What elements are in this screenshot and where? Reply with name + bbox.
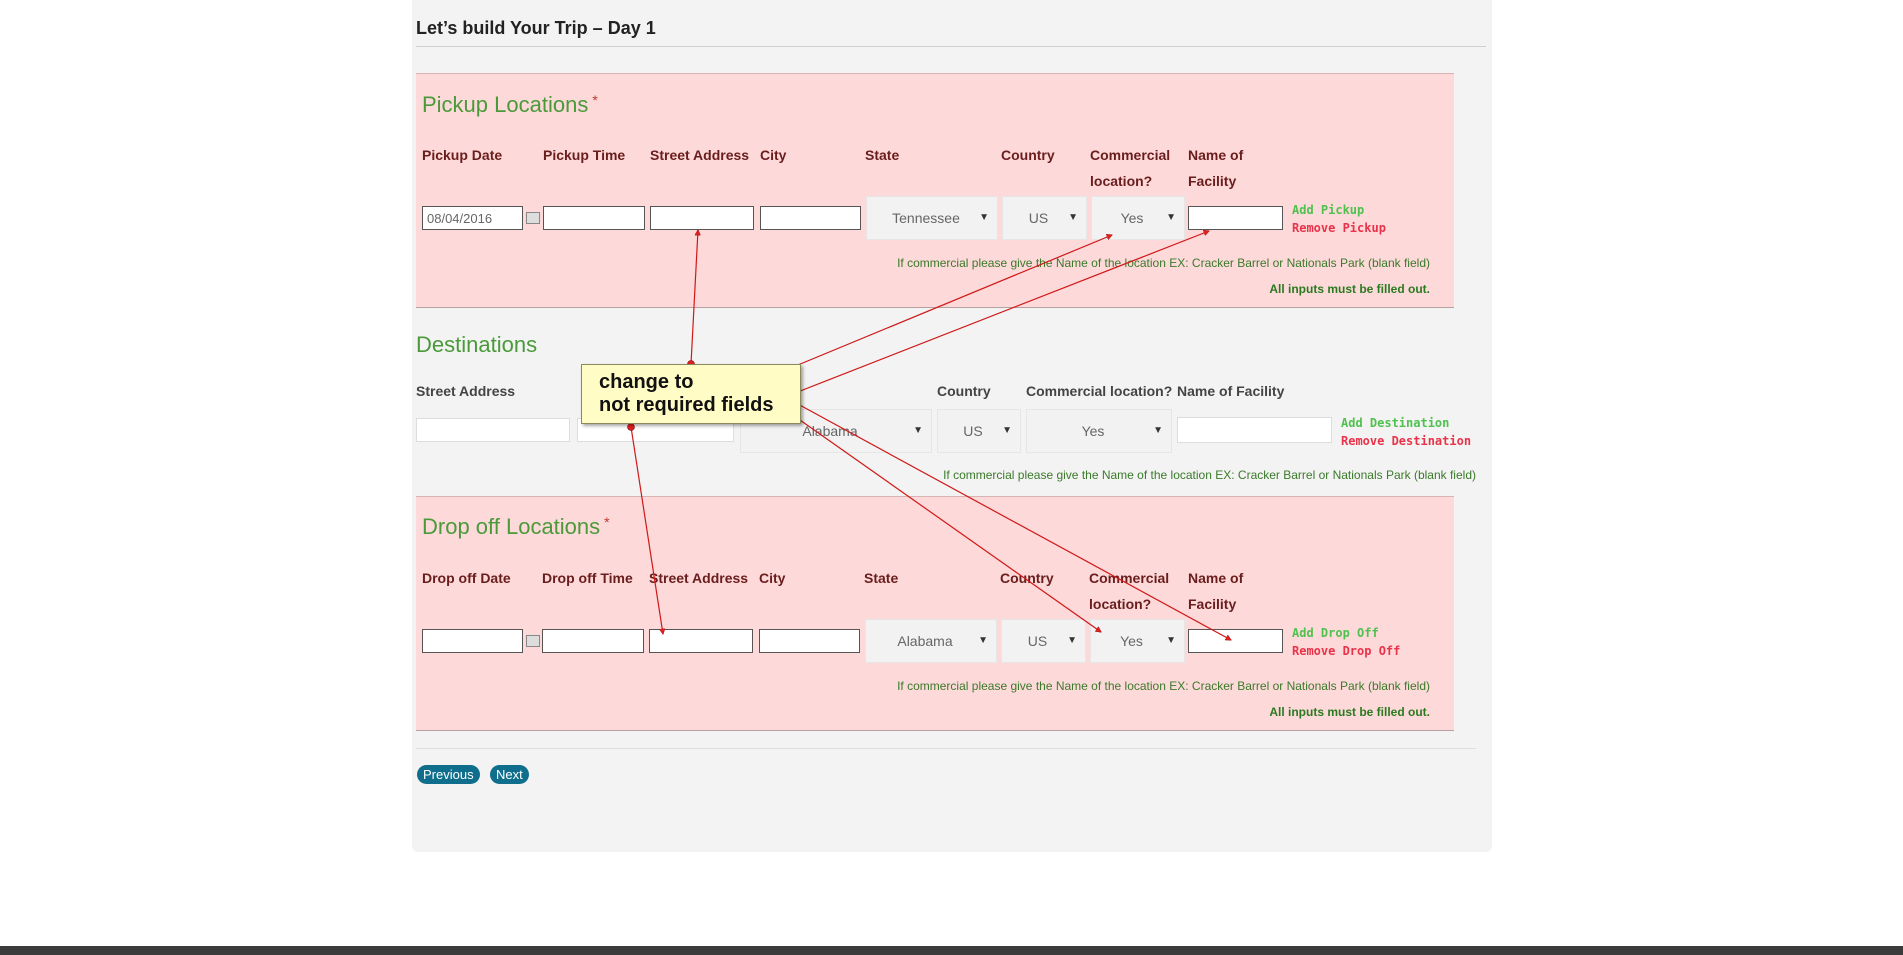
pickup-state-select[interactable]: Tennessee ▼ <box>866 196 998 240</box>
col-state: State <box>864 570 899 586</box>
col-street-address: Street Address <box>416 383 516 399</box>
chevron-down-icon: ▼ <box>1002 425 1012 436</box>
pickup-title: Pickup Locations * <box>422 92 598 117</box>
chevron-down-icon: ▼ <box>979 212 989 223</box>
remove-dropoff-link[interactable]: Remove Drop Off <box>1292 644 1400 658</box>
required-mark: * <box>604 514 610 530</box>
chevron-down-icon: ▼ <box>1067 635 1077 646</box>
col-pickup-time: Pickup Time <box>543 147 626 163</box>
col-street-address: Street Address <box>649 570 749 586</box>
annotation-line-2: not required fields <box>599 394 774 416</box>
col-facility-name: Name of Facility <box>1188 570 1244 612</box>
title-divider <box>416 46 1486 47</box>
dropoff-country-select[interactable]: US ▼ <box>1001 619 1086 663</box>
pickup-section: Pickup Locations * Pickup Date Pickup Tim… <box>416 73 1454 308</box>
col-facility-name: Name of Facility <box>1177 383 1285 399</box>
chevron-down-icon: ▼ <box>978 635 988 646</box>
remove-pickup-link[interactable]: Remove Pickup <box>1292 221 1386 235</box>
col-city: City <box>760 147 787 163</box>
col-street-address: Street Address <box>650 147 750 163</box>
remove-destination-link[interactable]: Remove Destination <box>1341 434 1471 448</box>
pickup-facility-input[interactable] <box>1188 206 1283 230</box>
col-state: State <box>865 147 900 163</box>
destination-facility-input[interactable] <box>1177 417 1332 443</box>
col-pickup-date: Pickup Date <box>422 147 503 163</box>
page-title: Let’s build Your Trip – Day 1 <box>416 18 656 38</box>
chevron-down-icon: ▼ <box>1068 212 1078 223</box>
dropoff-required-note: All inputs must be filled out. <box>1269 705 1430 719</box>
annotation-note: change to not required fields <box>581 364 801 424</box>
col-dropoff-date: Drop off Date <box>422 570 511 586</box>
chevron-down-icon: ▼ <box>913 425 923 436</box>
col-country: Country <box>1000 570 1054 586</box>
col-city: City <box>759 570 786 586</box>
next-button[interactable]: Next <box>490 765 529 784</box>
calendar-icon[interactable] <box>526 635 540 647</box>
col-dropoff-time: Drop off Time <box>542 570 633 586</box>
pickup-commercial-select[interactable]: Yes ▼ <box>1091 196 1185 240</box>
col-facility-name: Name of Facility <box>1188 147 1244 189</box>
dropoff-time-input[interactable] <box>542 629 644 653</box>
add-destination-link[interactable]: Add Destination <box>1341 416 1449 430</box>
dropoff-date-input[interactable] <box>422 629 523 653</box>
destination-country-select[interactable]: US ▼ <box>937 409 1021 453</box>
dropoff-state-select[interactable]: Alabama ▼ <box>865 619 997 663</box>
dropoff-city-input[interactable] <box>759 629 860 653</box>
pickup-required-note: All inputs must be filled out. <box>1269 282 1430 296</box>
col-commercial: Commercial location? <box>1089 570 1170 612</box>
pickup-city-input[interactable] <box>760 206 861 230</box>
chevron-down-icon: ▼ <box>1153 425 1163 436</box>
dropoff-facility-input[interactable] <box>1188 629 1283 653</box>
col-country: Country <box>1001 147 1055 163</box>
add-pickup-link[interactable]: Add Pickup <box>1292 203 1364 217</box>
col-country: Country <box>937 383 991 399</box>
previous-button[interactable]: Previous <box>417 765 480 784</box>
destinations-section: Destinations Street Address Country Comm… <box>416 320 1476 490</box>
destination-street-input[interactable] <box>416 418 570 442</box>
dropoff-section: Drop off Locations * Drop off Date Drop o… <box>416 496 1454 731</box>
pickup-street-input[interactable] <box>650 206 754 230</box>
nav-divider <box>416 748 1476 749</box>
chevron-down-icon: ▼ <box>1166 635 1176 646</box>
pickup-date-input[interactable] <box>422 206 523 230</box>
col-commercial: Commercial location? <box>1090 147 1171 189</box>
required-mark: * <box>592 92 598 108</box>
destinations-title: Destinations <box>416 332 538 357</box>
dropoff-street-input[interactable] <box>649 629 753 653</box>
pickup-hint: If commercial please give the Name of th… <box>897 256 1430 270</box>
dropoff-hint: If commercial please give the Name of th… <box>897 679 1430 693</box>
pickup-time-input[interactable] <box>543 206 645 230</box>
add-dropoff-link[interactable]: Add Drop Off <box>1292 626 1379 640</box>
footer-bar <box>0 946 1903 955</box>
chevron-down-icon: ▼ <box>1166 212 1176 223</box>
destination-hint: If commercial please give the Name of th… <box>943 468 1476 482</box>
pickup-country-select[interactable]: US ▼ <box>1002 196 1087 240</box>
destination-commercial-select[interactable]: Yes ▼ <box>1026 409 1172 453</box>
dropoff-title: Drop off Locations * <box>422 514 610 539</box>
col-commercial: Commercial location? <box>1026 383 1173 399</box>
dropoff-commercial-select[interactable]: Yes ▼ <box>1090 619 1185 663</box>
calendar-icon[interactable] <box>526 212 540 224</box>
annotation-line-1: change to <box>599 371 694 393</box>
